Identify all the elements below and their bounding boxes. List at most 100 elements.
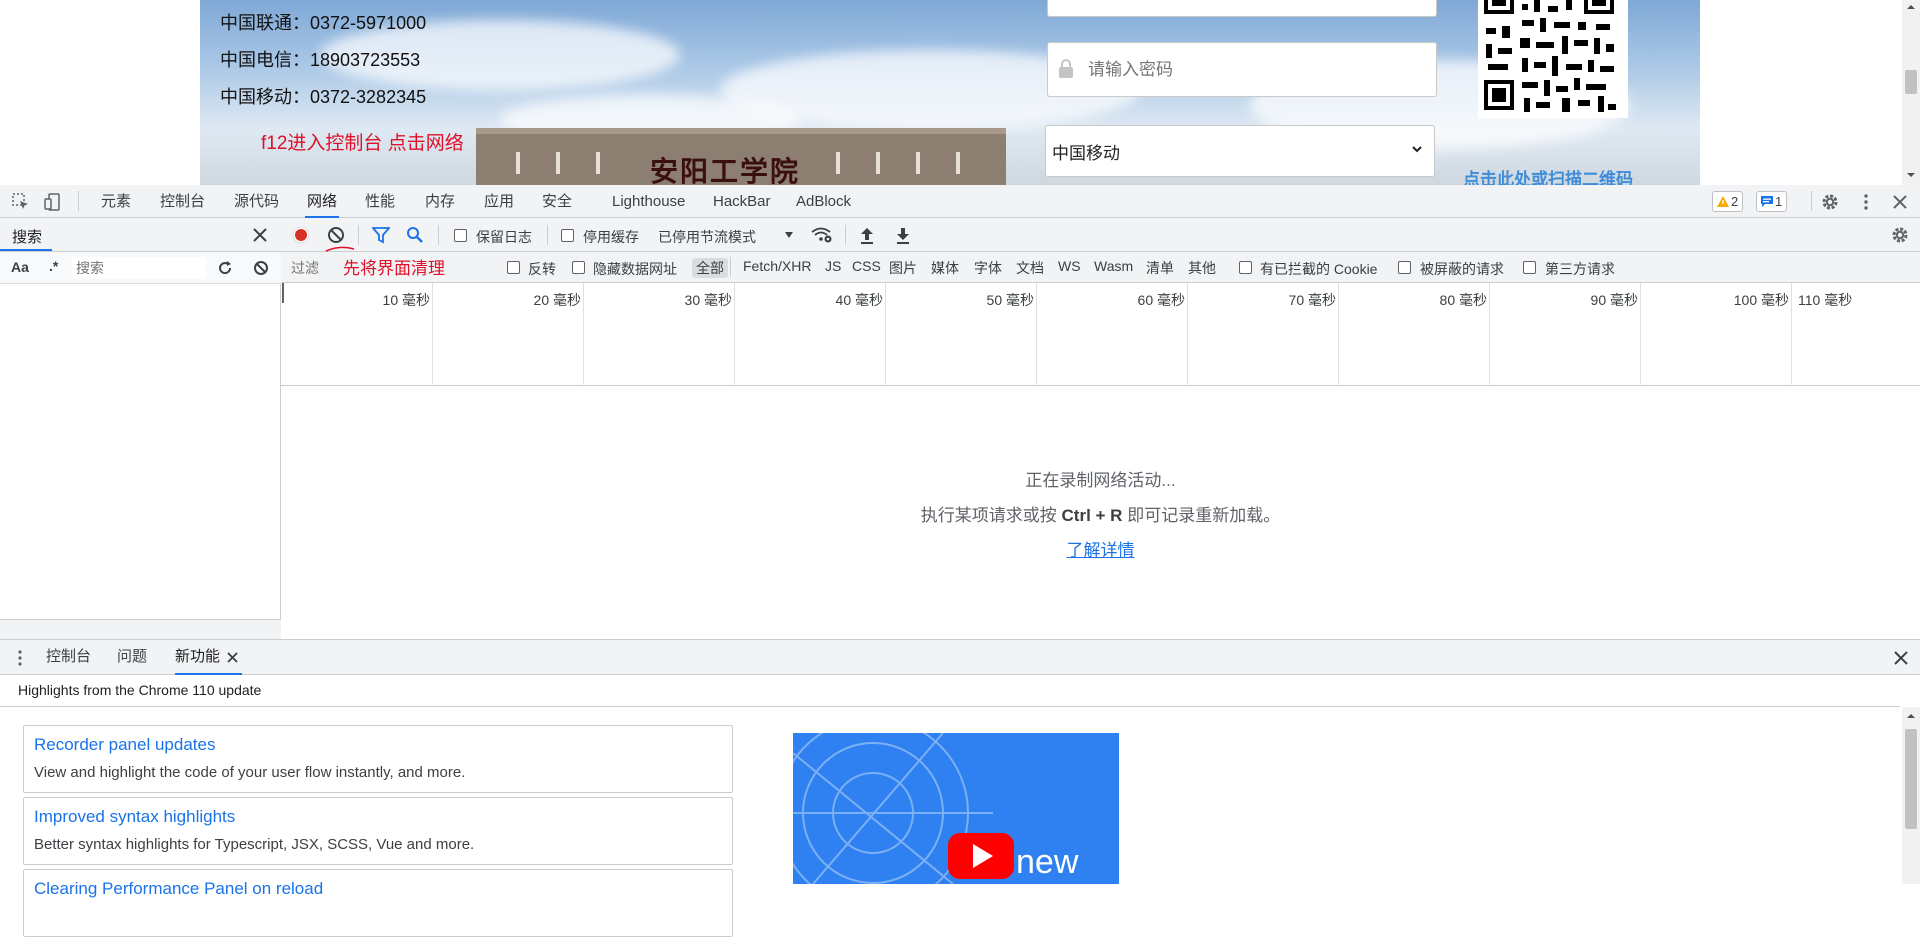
drawer-tab-whats-new[interactable]: 新功能 <box>175 640 243 675</box>
filter-type-css[interactable]: CSS <box>852 258 881 274</box>
scroll-up-icon[interactable] <box>1902 2 1920 12</box>
drawer-tab-console[interactable]: 控制台 <box>46 640 91 675</box>
close-search-icon[interactable] <box>252 227 268 243</box>
filter-type-other[interactable]: 其他 <box>1188 258 1216 278</box>
throttling-select[interactable]: 已停用节流模式 <box>658 227 756 247</box>
tab-performance[interactable]: 性能 <box>363 185 397 218</box>
timeline-tick-label: 90 毫秒 <box>1590 292 1638 308</box>
filter-type-js[interactable]: JS <box>825 258 841 274</box>
filter-type-all[interactable]: 全部 <box>692 258 728 278</box>
qr-code[interactable] <box>1478 0 1628 118</box>
blocked-cookies-label[interactable]: 有已拦截的 Cookie <box>1260 259 1377 279</box>
import-har-icon[interactable] <box>859 226 875 244</box>
close-tab-icon[interactable] <box>227 652 238 663</box>
tab-memory[interactable]: 内存 <box>423 185 457 218</box>
learn-more-link[interactable]: 了解详情 <box>1067 541 1135 560</box>
feature-card-title[interactable]: Improved syntax highlights <box>34 807 235 827</box>
drawer-scrollbar-thumb[interactable] <box>1905 729 1917 829</box>
feature-card[interactable]: Clearing Performance Panel on reload <box>23 869 733 937</box>
clear-log-icon[interactable] <box>327 226 345 244</box>
tab-elements[interactable]: 元素 <box>99 185 133 218</box>
tab-sources[interactable]: 源代码 <box>232 185 281 218</box>
close-devtools-icon[interactable] <box>1891 193 1909 211</box>
feature-card[interactable]: Recorder panel updates View and highligh… <box>23 725 733 793</box>
timeline-gridline <box>734 283 735 386</box>
disable-cache-checkbox[interactable] <box>561 229 574 242</box>
reload-shortcut: Ctrl + R <box>1061 506 1123 525</box>
filter-type-media[interactable]: 媒体 <box>931 258 959 278</box>
drawer-tab-whats-new-label: 新功能 <box>175 648 221 665</box>
hide-data-urls-label[interactable]: 隐藏数据网址 <box>593 259 677 279</box>
network-settings-icon[interactable] <box>1891 226 1909 244</box>
devtools-tabbar: 元素 控制台 源代码 网络 性能 内存 应用 安全 Lighthouse Hac… <box>0 185 1920 218</box>
account-input[interactable] <box>1047 0 1437 17</box>
invert-label[interactable]: 反转 <box>528 259 556 279</box>
password-input[interactable] <box>1047 42 1437 97</box>
blocked-cookies-checkbox[interactable] <box>1239 261 1252 274</box>
filter-type-manifest[interactable]: 清单 <box>1146 258 1174 278</box>
preserve-log-label[interactable]: 保留日志 <box>476 227 532 247</box>
tab-adblock[interactable]: AdBlock <box>794 185 853 218</box>
tab-security[interactable]: 安全 <box>540 185 574 218</box>
blocked-requests-label[interactable]: 被屏蔽的请求 <box>1420 259 1504 279</box>
filter-icon[interactable] <box>372 226 390 244</box>
search-icon[interactable] <box>406 226 424 244</box>
scroll-up-icon[interactable] <box>1902 711 1920 721</box>
page-scrollbar-thumb[interactable] <box>1905 70 1917 94</box>
network-timeline-overview[interactable]: 10 毫秒 20 毫秒 30 毫秒 40 毫秒 50 毫秒 60 毫秒 70 毫… <box>281 283 1920 386</box>
feature-card-title[interactable]: Recorder panel updates <box>34 735 215 755</box>
annotation-f12: f12进入控制台 点击网络 <box>261 133 464 154</box>
search-panel-title[interactable]: 搜索 <box>12 226 42 247</box>
timeline-gridline <box>432 283 433 386</box>
timeline-tick-label: 20 毫秒 <box>533 292 581 308</box>
clear-search-icon[interactable] <box>253 260 269 276</box>
tab-console[interactable]: 控制台 <box>158 185 207 218</box>
feature-card[interactable]: Improved syntax highlights Better syntax… <box>23 797 733 865</box>
drawer-scrollbar[interactable] <box>1902 707 1920 884</box>
warnings-badge[interactable]: 2 <box>1712 191 1744 212</box>
record-icon[interactable] <box>292 226 310 244</box>
drawer-tab-issues[interactable]: 问题 <box>117 640 147 675</box>
feature-card-title[interactable]: Clearing Performance Panel on reload <box>34 879 323 899</box>
qr-login-link[interactable]: 点击此处或扫描二维码 <box>1463 165 1633 185</box>
inspect-element-icon[interactable] <box>12 193 30 211</box>
blocked-requests-checkbox[interactable] <box>1398 261 1411 274</box>
filter-type-font[interactable]: 字体 <box>974 258 1002 278</box>
network-conditions-icon[interactable] <box>811 226 833 244</box>
third-party-checkbox[interactable] <box>1523 261 1536 274</box>
export-har-icon[interactable] <box>895 226 911 244</box>
disable-cache-label[interactable]: 停用缓存 <box>583 227 639 247</box>
carrier-select[interactable]: 中国移动 <box>1045 125 1435 177</box>
whats-new-video-thumbnail[interactable]: new <box>793 733 1119 884</box>
filter-type-ws[interactable]: WS <box>1058 258 1081 274</box>
throttling-dropdown-icon[interactable] <box>783 229 795 241</box>
filter-type-img[interactable]: 图片 <box>889 258 917 278</box>
filter-type-wasm[interactable]: Wasm <box>1094 258 1133 274</box>
drawer-menu-icon[interactable] <box>14 649 26 667</box>
close-drawer-icon[interactable] <box>1893 650 1909 666</box>
refresh-icon[interactable] <box>217 260 233 276</box>
regex-toggle[interactable]: .* <box>49 258 58 274</box>
tab-hackbar[interactable]: HackBar <box>711 185 773 218</box>
filter-type-fetch-xhr[interactable]: Fetch/XHR <box>743 258 811 274</box>
more-options-icon[interactable] <box>1857 193 1875 211</box>
tab-application[interactable]: 应用 <box>482 185 516 218</box>
timeline-gridline <box>1187 283 1188 386</box>
settings-gear-icon[interactable] <box>1821 193 1839 211</box>
preserve-log-checkbox[interactable] <box>454 229 467 242</box>
network-empty-state: 正在录制网络活动... 执行某项请求或按 Ctrl + R 即可记录重新加载。 … <box>281 386 1920 639</box>
tab-network[interactable]: 网络 <box>305 185 340 218</box>
tab-lighthouse[interactable]: Lighthouse <box>610 185 687 218</box>
third-party-label[interactable]: 第三方请求 <box>1545 259 1615 279</box>
filter-type-doc[interactable]: 文档 <box>1016 258 1044 278</box>
device-toolbar-icon[interactable] <box>44 193 62 211</box>
match-case-toggle[interactable]: Aa <box>11 259 29 275</box>
page-scrollbar[interactable] <box>1902 0 1920 185</box>
timeline-gridline <box>1338 283 1339 386</box>
messages-badge[interactable]: 1 <box>1756 191 1788 212</box>
search-input[interactable] <box>72 257 206 279</box>
hide-data-urls-checkbox[interactable] <box>572 261 585 274</box>
invert-checkbox[interactable] <box>507 261 520 274</box>
scroll-down-icon[interactable] <box>1902 170 1920 180</box>
timeline-gridline <box>1640 283 1641 386</box>
